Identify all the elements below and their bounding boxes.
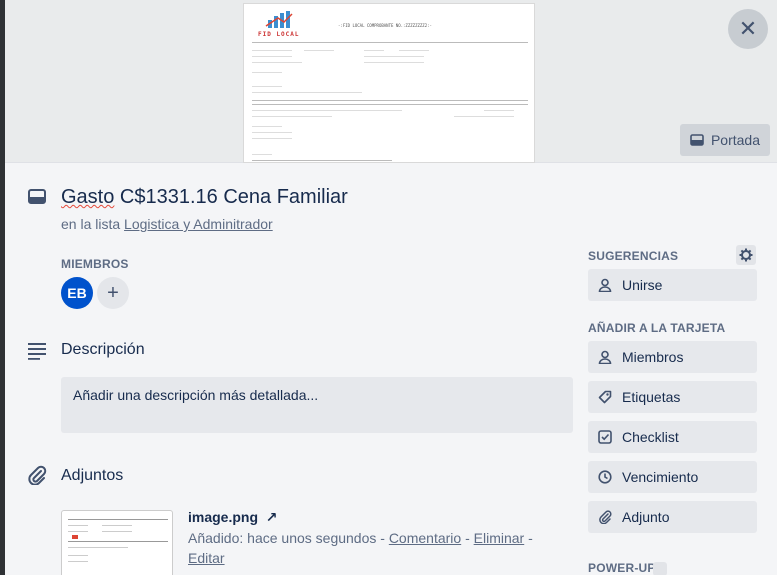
- checklist-button-label: Checklist: [622, 429, 679, 445]
- attachments-title: Adjuntos: [61, 467, 124, 484]
- attachment-button[interactable]: Adjunto: [588, 501, 757, 533]
- suggestions-label: SUGERENCIAS: [588, 249, 679, 263]
- gear-icon: [739, 248, 753, 262]
- members-label: MIEMBROS: [61, 257, 129, 271]
- attachment-button-label: Adjunto: [622, 509, 670, 525]
- doc-logo-text: FID LOCAL: [258, 31, 300, 38]
- separator: -: [524, 530, 533, 546]
- power-ups-button[interactable]: [653, 562, 667, 575]
- person-icon: [598, 350, 612, 364]
- in-list-text: en la lista Logistica y Adminitrador: [61, 216, 273, 232]
- card-cover: FID LOCAL -:FID LOCAL COMPROBANTE NO.:ZZ…: [5, 0, 777, 163]
- description-icon: [28, 343, 46, 360]
- card-icon: [28, 189, 46, 204]
- attachment-delete-link[interactable]: Eliminar: [474, 530, 525, 546]
- join-button-label: Unirse: [622, 277, 663, 293]
- card-detail-modal: FID LOCAL -:FID LOCAL COMPROBANTE NO.:ZZ…: [5, 0, 777, 575]
- due-date-button-label: Vencimiento: [622, 469, 699, 485]
- checkbox-icon: [598, 430, 612, 444]
- in-list-prefix: en la lista: [61, 216, 125, 232]
- cover-button[interactable]: Portada: [680, 124, 770, 156]
- attachment-comment-link[interactable]: Comentario: [389, 530, 461, 546]
- card-cover-icon: [690, 134, 704, 146]
- description-input[interactable]: Añadir una descripción más detallada...: [61, 377, 573, 433]
- attachment-file-name-text: image.png: [188, 509, 259, 525]
- attachment-file-name[interactable]: image.png ↗: [188, 509, 278, 526]
- doc-header-text: -:FID LOCAL COMPROBANTE NO.:ZZZZZZZZ2:-: [338, 23, 432, 28]
- labels-button[interactable]: Etiquetas: [588, 381, 757, 413]
- close-button[interactable]: ✕: [728, 9, 768, 49]
- external-link-icon[interactable]: ↗: [266, 509, 278, 525]
- separator: -: [461, 530, 474, 546]
- paperclip-icon: [28, 465, 47, 485]
- cover-button-label: Portada: [710, 132, 761, 148]
- add-to-card-label: AÑADIR A LA TARJETA: [588, 321, 726, 335]
- attachment-thumbnail[interactable]: [61, 510, 173, 575]
- card-title-rest: C$1331.16 Cena Familiar: [114, 186, 348, 208]
- tag-icon: [598, 390, 612, 404]
- plus-icon: +: [107, 281, 119, 304]
- members-button[interactable]: Miembros: [588, 341, 757, 373]
- close-icon: ✕: [738, 16, 758, 41]
- card-title-prefix: Gasto: [61, 186, 115, 208]
- attachment-edit-link[interactable]: Editar: [188, 550, 225, 566]
- person-icon: [598, 278, 612, 292]
- paperclip-icon: [599, 510, 612, 524]
- doc-logo-icon: [265, 11, 293, 28]
- clock-icon: [598, 470, 612, 484]
- add-member-button[interactable]: +: [97, 277, 129, 309]
- description-title: Descripción: [61, 341, 145, 358]
- cover-image[interactable]: FID LOCAL -:FID LOCAL COMPROBANTE NO.:ZZ…: [243, 3, 535, 163]
- card-title[interactable]: Gasto C$1331.16 Cena Familiar: [61, 186, 348, 209]
- suggestions-settings-button[interactable]: [736, 245, 756, 265]
- checklist-button[interactable]: Checklist: [588, 421, 757, 453]
- labels-button-label: Etiquetas: [622, 389, 681, 405]
- avatar[interactable]: EB: [61, 277, 93, 309]
- join-button[interactable]: Unirse: [588, 269, 757, 301]
- attachment-added-text: Añadido: hace unos segundos -: [188, 530, 389, 546]
- attachment-meta: Añadido: hace unos segundos - Comentario…: [188, 528, 538, 568]
- members-button-label: Miembros: [622, 349, 684, 365]
- list-link[interactable]: Logistica y Adminitrador: [124, 216, 273, 232]
- due-date-button[interactable]: Vencimiento: [588, 461, 757, 493]
